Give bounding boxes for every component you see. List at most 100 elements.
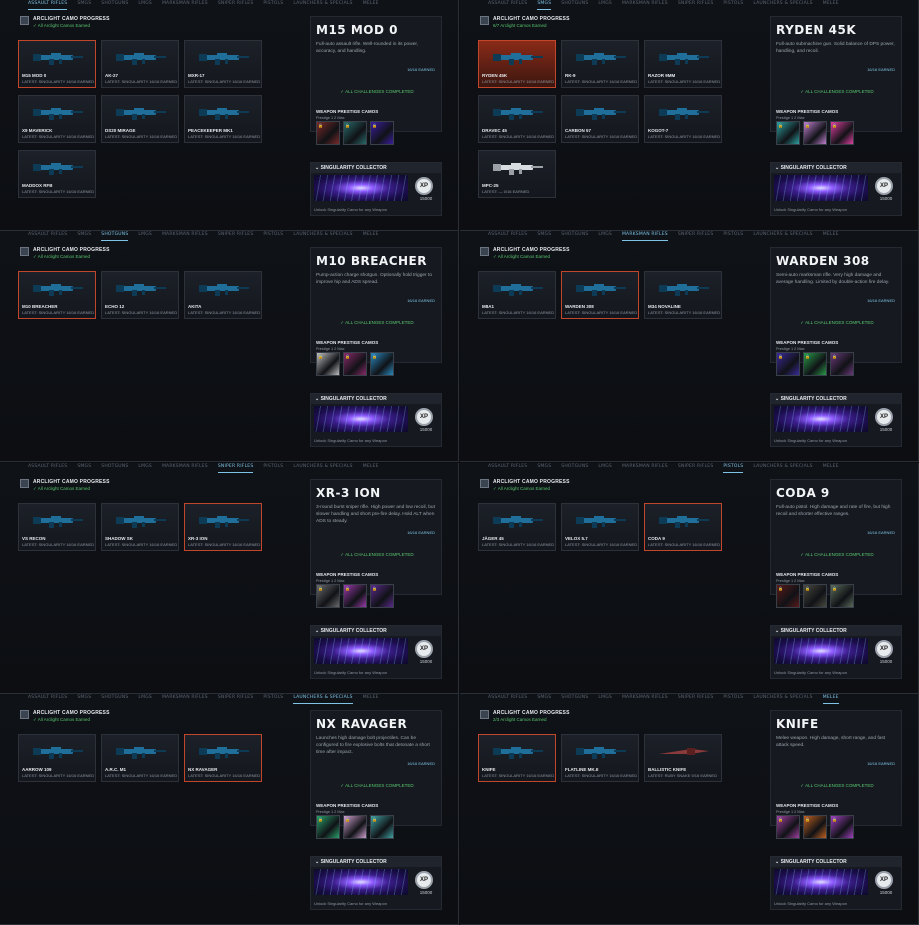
tab-assault-rifles[interactable]: ASSAULT RIFLES: [488, 231, 527, 241]
tab-sniper-rifles[interactable]: SNIPER RIFLES: [678, 694, 714, 704]
weapon-card[interactable]: BALLISTIC KNIFE LATEST: RUBY SNAKE 9/16 E…: [644, 733, 722, 782]
tab-lmgs[interactable]: LMGS: [598, 463, 612, 473]
tab-assault-rifles[interactable]: ASSAULT RIFLES: [28, 463, 67, 473]
tab-assault-rifles[interactable]: ASSAULT RIFLES: [488, 0, 527, 10]
weapon-card[interactable]: AKITA LATEST: SINGULARITY 16/16 EARNED: [184, 271, 262, 320]
tab-assault-rifles[interactable]: ASSAULT RIFLES: [488, 463, 527, 473]
tab-marksman-rifles[interactable]: MARKSMAN RIFLES: [162, 0, 208, 10]
tab-launchers-specials[interactable]: LAUNCHERS & SPECIALS: [753, 231, 812, 241]
tab-marksman-rifles[interactable]: MARKSMAN RIFLES: [621, 231, 668, 242]
singularity-collector-card[interactable]: ⌄ SINGULARITY COLLECTOR XP 15000 Unlock Sin…: [770, 162, 902, 216]
prestige-camo-swatch[interactable]: 🔒: [803, 121, 827, 145]
tab-assault-rifles[interactable]: ASSAULT RIFLES: [488, 694, 527, 704]
tab-launchers-specials[interactable]: LAUNCHERS & SPECIALS: [753, 0, 812, 10]
tab-pistols[interactable]: PISTOLS: [263, 694, 283, 704]
tab-pistols[interactable]: PISTOLS: [263, 463, 283, 473]
tab-smgs[interactable]: SMGS: [77, 0, 91, 10]
singularity-collector-card[interactable]: ⌄ SINGULARITY COLLECTOR XP 15000 Unlock Sin…: [310, 624, 442, 679]
weapon-card[interactable]: CODA 9 LATEST: SINGULARITY 16/16 EARNED: [644, 502, 722, 551]
weapon-card[interactable]: RK-9 LATEST: SINGULARITY 16/16 EARNED: [561, 40, 639, 88]
tab-pistols[interactable]: PISTOLS: [263, 231, 283, 241]
tab-launchers-specials[interactable]: LAUNCHERS & SPECIALS: [753, 463, 812, 473]
weapon-card[interactable]: M10 BREACHER LATEST: SINGULARITY 16/16 EA…: [18, 271, 96, 320]
tab-shotguns[interactable]: SHOTGUNS: [561, 694, 588, 704]
weapon-card[interactable]: JÄGER 45 LATEST: SINGULARITY 16/16 EARNED: [478, 502, 556, 551]
tab-sniper-rifles[interactable]: SNIPER RIFLES: [218, 694, 254, 704]
tab-shotguns[interactable]: SHOTGUNS: [561, 231, 588, 241]
tab-smgs[interactable]: SMGS: [77, 694, 91, 704]
weapon-card[interactable]: SHADOW SK LATEST: SINGULARITY 16/16 EARNE…: [101, 502, 179, 551]
weapon-card[interactable]: KOGOT-7 LATEST: SINGULARITY 16/16 EARNED: [644, 95, 722, 143]
tab-shotguns[interactable]: SHOTGUNS: [101, 463, 128, 473]
tab-melee[interactable]: MELEE: [823, 0, 839, 10]
weapon-card[interactable]: VS RECON LATEST: SINGULARITY 16/16 EARNED: [18, 502, 96, 551]
tab-melee[interactable]: MELEE: [363, 0, 379, 10]
weapon-card[interactable]: VELOX 5.7 LATEST: SINGULARITY 16/16 EARNE…: [561, 502, 639, 551]
prestige-camo-swatch[interactable]: 🔒: [776, 121, 800, 145]
tab-shotguns[interactable]: SHOTGUNS: [101, 0, 128, 10]
prestige-camo-swatch[interactable]: 🔒: [370, 352, 394, 377]
tab-lmgs[interactable]: LMGS: [138, 231, 152, 241]
tab-lmgs[interactable]: LMGS: [138, 0, 152, 10]
tab-sniper-rifles[interactable]: SNIPER RIFLES: [678, 231, 714, 241]
prestige-camo-swatch[interactable]: 🔒: [370, 814, 394, 839]
tab-smgs[interactable]: SMGS: [77, 463, 91, 473]
tab-lmgs[interactable]: LMGS: [598, 694, 612, 704]
weapon-card[interactable]: PEACEKEEPER MK1 LATEST: SINGULARITY 16/16…: [184, 95, 262, 143]
prestige-camo-swatch[interactable]: 🔒: [343, 583, 367, 608]
tab-lmgs[interactable]: LMGS: [138, 463, 152, 473]
prestige-camo-swatch[interactable]: 🔒: [776, 814, 800, 839]
prestige-camo-swatch[interactable]: 🔒: [370, 121, 394, 145]
tab-smgs[interactable]: SMGS: [537, 694, 551, 704]
weapon-card[interactable]: MPC-25 LATEST: — 0/16 EARNED: [478, 150, 556, 198]
weapon-card[interactable]: NX RAVAGER LATEST: SINGULARITY 16/16 EARN…: [184, 733, 262, 782]
prestige-camo-swatch[interactable]: 🔒: [343, 352, 367, 377]
tab-assault-rifles[interactable]: ASSAULT RIFLES: [28, 0, 68, 10]
weapon-card[interactable]: M34 NOVALINE LATEST: SINGULARITY 16/16 EA…: [644, 271, 722, 320]
tab-launchers-specials[interactable]: LAUNCHERS & SPECIALS: [293, 463, 352, 473]
tab-launchers-specials[interactable]: LAUNCHERS & SPECIALS: [753, 694, 812, 704]
weapon-card[interactable]: RYDEN 45K LATEST: SINGULARITY 16/16 EARNE…: [478, 40, 556, 88]
tab-launchers-specials[interactable]: LAUNCHERS & SPECIALS: [293, 231, 352, 241]
tab-sniper-rifles[interactable]: SNIPER RIFLES: [218, 0, 254, 10]
prestige-camo-swatch[interactable]: 🔒: [316, 814, 340, 839]
tab-pistols[interactable]: PISTOLS: [723, 463, 744, 473]
tab-melee[interactable]: MELEE: [363, 694, 379, 704]
tab-sniper-rifles[interactable]: SNIPER RIFLES: [218, 231, 254, 241]
weapon-card[interactable]: X9 MAVERICK LATEST: SINGULARITY 16/16 EAR…: [18, 95, 96, 143]
prestige-camo-swatch[interactable]: 🔒: [776, 583, 800, 608]
weapon-card[interactable]: ECHO 12 LATEST: SINGULARITY 16/16 EARNED: [101, 271, 179, 320]
weapon-card[interactable]: FLATLINE MK.II LATEST: SINGULARITY 16/16 …: [561, 733, 639, 782]
weapon-card[interactable]: WARDEN 308 LATEST: SINGULARITY 16/16 EARN…: [561, 271, 639, 320]
tab-melee[interactable]: MELEE: [363, 463, 379, 473]
weapon-card[interactable]: M8A1 LATEST: SINGULARITY 16/16 EARNED: [478, 271, 556, 320]
weapon-card[interactable]: AARROW 109 LATEST: SINGULARITY 16/16 EARN…: [18, 733, 96, 782]
singularity-collector-card[interactable]: ⌄ SINGULARITY COLLECTOR XP 15000 Unlock Sin…: [770, 855, 902, 910]
singularity-collector-card[interactable]: ⌄ SINGULARITY COLLECTOR XP 15000 Unlock Sin…: [770, 393, 902, 448]
tab-smgs[interactable]: SMGS: [537, 463, 551, 473]
weapon-card[interactable]: DRAVEC 45 LATEST: SINGULARITY 16/16 EARNE…: [478, 95, 556, 143]
prestige-camo-swatch[interactable]: 🔒: [316, 121, 340, 145]
weapon-card[interactable]: A.R.C. M1 LATEST: SINGULARITY 16/16 EARNE…: [101, 733, 179, 782]
tab-marksman-rifles[interactable]: MARKSMAN RIFLES: [162, 463, 208, 473]
tab-pistols[interactable]: PISTOLS: [723, 0, 743, 10]
weapon-card[interactable]: AK-27 LATEST: SINGULARITY 16/16 EARNED: [101, 40, 179, 88]
tab-marksman-rifles[interactable]: MARKSMAN RIFLES: [162, 231, 208, 241]
tab-marksman-rifles[interactable]: MARKSMAN RIFLES: [622, 463, 668, 473]
prestige-camo-swatch[interactable]: 🔒: [343, 814, 367, 839]
weapon-card[interactable]: XR-3 ION LATEST: SINGULARITY 16/16 EARNED: [184, 502, 262, 551]
weapon-card[interactable]: CARBON 57 LATEST: SINGULARITY 16/16 EARNE…: [561, 95, 639, 143]
prestige-camo-swatch[interactable]: 🔒: [803, 352, 827, 377]
tab-melee[interactable]: MELEE: [822, 694, 839, 704]
tab-shotguns[interactable]: SHOTGUNS: [561, 0, 588, 10]
singularity-collector-card[interactable]: ⌄ SINGULARITY COLLECTOR XP 15000 Unlock Sin…: [310, 393, 442, 448]
prestige-camo-swatch[interactable]: 🔒: [830, 352, 854, 377]
prestige-camo-swatch[interactable]: 🔒: [830, 583, 854, 608]
weapon-card[interactable]: MADDOX RFB LATEST: SINGULARITY 16/16 EARN…: [18, 150, 96, 198]
prestige-camo-swatch[interactable]: 🔒: [830, 814, 854, 839]
tab-marksman-rifles[interactable]: MARKSMAN RIFLES: [162, 694, 208, 704]
tab-pistols[interactable]: PISTOLS: [723, 694, 743, 704]
tab-launchers-specials[interactable]: LAUNCHERS & SPECIALS: [293, 694, 353, 704]
tab-launchers-specials[interactable]: LAUNCHERS & SPECIALS: [293, 0, 352, 10]
tab-lmgs[interactable]: LMGS: [598, 0, 612, 10]
